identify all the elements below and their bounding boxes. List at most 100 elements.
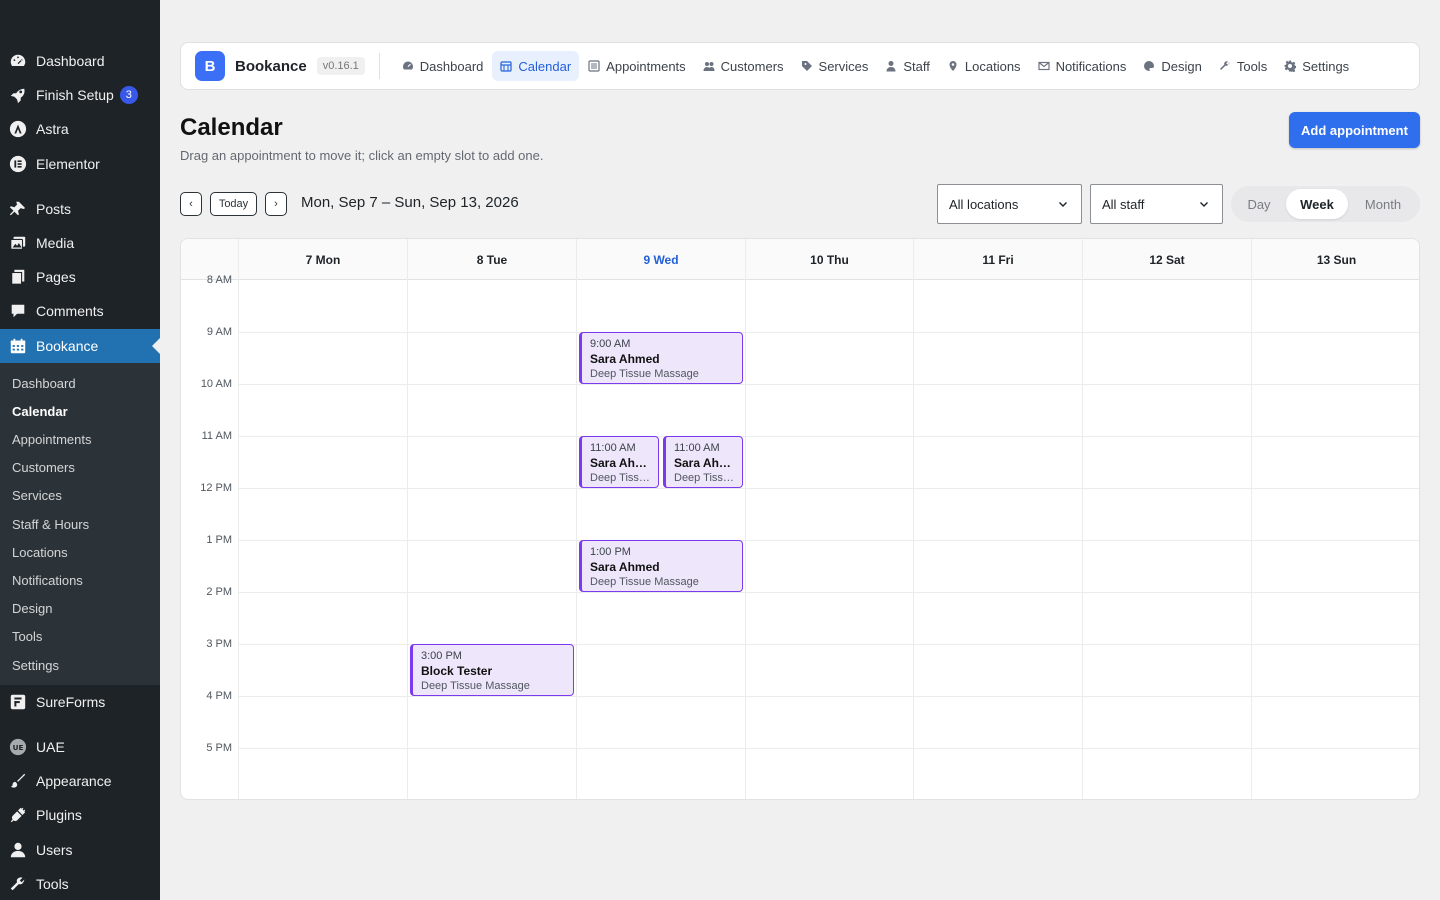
appointment-card[interactable]: 11:00 AM Sara Ahmed Deep Tissue Massage (579, 436, 659, 488)
submenu-item-settings[interactable]: Settings (12, 658, 59, 673)
bookance-top-nav: B Bookance v0.16.1 Dashboard Calendar Ap… (180, 42, 1420, 90)
appointment-time: 3:00 PM (421, 650, 462, 662)
submenu-item-notifications[interactable]: Notifications (12, 573, 83, 588)
submenu-item-appointments[interactable]: Appointments (12, 432, 92, 447)
sidebar-item-label: Pages (36, 269, 76, 285)
elementor-icon (0, 155, 36, 173)
nav-label: Customers (720, 58, 784, 74)
sidebar-item-posts[interactable]: Posts (0, 192, 160, 226)
prev-week-button[interactable]: ‹ (180, 192, 202, 216)
sidebar-item-sureforms[interactable]: SureForms (0, 685, 160, 719)
hour-line (238, 540, 1419, 541)
nav-staff[interactable]: Staff (877, 51, 938, 81)
pages-icon (0, 268, 36, 286)
next-week-button[interactable]: › (265, 192, 287, 216)
appointment-card[interactable]: 3:00 PM Block Tester Deep Tissue Massage (410, 644, 574, 696)
nav-dashboard[interactable]: Dashboard (394, 51, 492, 81)
page-title: Calendar (180, 114, 283, 141)
sidebar-item-label: Bookance (36, 338, 99, 354)
hour-line (238, 332, 1419, 333)
sidebar-item-elementor[interactable]: Elementor (0, 147, 160, 181)
sidebar-item-media[interactable]: Media (0, 226, 160, 260)
staff-select-value: All staff (1102, 196, 1145, 212)
sidebar-item-label: Appearance (36, 773, 112, 789)
appointment-card[interactable]: 11:00 AM Sara Ahmed Deep Tissue Massage (663, 436, 743, 488)
view-week-button[interactable]: Week (1286, 189, 1348, 219)
nav-settings[interactable]: Settings (1276, 51, 1357, 81)
nav-label: Notifications (1055, 58, 1127, 74)
week-calendar: 7 Mon 8 Tue 9 Wed 10 Thu 11 Fri 12 Sat 1… (180, 238, 1420, 800)
wrench-icon (0, 875, 36, 893)
hour-line (238, 592, 1419, 593)
nav-label: Staff (903, 58, 930, 74)
appointment-card[interactable]: 9:00 AM Sara Ahmed Deep Tissue Massage (579, 332, 743, 384)
nav-locations[interactable]: Locations (939, 51, 1029, 81)
view-day-button[interactable]: Day (1235, 189, 1283, 219)
nav-appointments[interactable]: Appointments (580, 51, 694, 81)
sidebar-item-astra[interactable]: Astra (0, 112, 160, 146)
day-header-sat: 12 Sat (1082, 239, 1251, 280)
appointment-customer: Block Tester (421, 664, 493, 678)
appointment-time: 11:00 AM (590, 442, 636, 454)
hour-line (238, 748, 1419, 749)
sidebar-item-pages[interactable]: Pages (0, 260, 160, 294)
svg-text:UE: UE (13, 743, 24, 752)
nav-label: Calendar (518, 58, 572, 74)
sidebar-item-plugins[interactable]: Plugins (0, 798, 160, 832)
submenu-item-services[interactable]: Services (12, 488, 62, 503)
palette-icon (1143, 60, 1155, 72)
sidebar-item-tools[interactable]: Tools (0, 867, 160, 900)
location-select-value: All locations (949, 196, 1019, 212)
submenu-item-dashboard[interactable]: Dashboard (12, 376, 76, 391)
submenu-item-design[interactable]: Design (12, 601, 52, 616)
day-header-tue: 8 Tue (407, 239, 576, 280)
submenu-item-locations[interactable]: Locations (12, 545, 68, 560)
nav-services[interactable]: Services (793, 51, 877, 81)
person-icon (885, 60, 897, 72)
day-header-wed: 9 Wed (576, 239, 745, 280)
appointment-time: 11:00 AM (674, 442, 720, 454)
sidebar-item-users[interactable]: Users (0, 833, 160, 867)
staff-select[interactable]: All staff (1090, 184, 1223, 224)
sidebar-item-label: UAE (36, 739, 65, 755)
nav-tools[interactable]: Tools (1211, 51, 1275, 81)
submenu-item-calendar[interactable]: Calendar (12, 404, 68, 419)
hour-label: 12 PM (200, 482, 232, 494)
hour-line (238, 384, 1419, 385)
nav-label: Appointments (606, 58, 686, 74)
submenu-item-tools[interactable]: Tools (12, 629, 42, 644)
chevron-down-icon (1057, 198, 1069, 213)
bookance-submenu: Dashboard Calendar Appointments Customer… (0, 363, 160, 685)
appointment-customer: Sara Ahmed (590, 352, 660, 366)
sidebar-item-label: Users (36, 842, 73, 858)
sidebar-item-finish-setup[interactable]: Finish Setup 3 (0, 78, 160, 112)
nav-calendar[interactable]: Calendar (492, 51, 580, 81)
sidebar-item-comments[interactable]: Comments (0, 294, 160, 328)
submenu-item-customers[interactable]: Customers (12, 460, 75, 475)
nav-design[interactable]: Design (1135, 51, 1209, 81)
today-button[interactable]: Today (210, 192, 257, 216)
appointment-service: Deep Tissue Massage (590, 576, 699, 588)
submenu-item-staff-hours[interactable]: Staff & Hours (12, 517, 89, 532)
nav-customers[interactable]: Customers (695, 51, 792, 81)
list-icon (588, 60, 600, 72)
sidebar-item-dashboard[interactable]: Dashboard (0, 44, 160, 78)
appointment-customer: Sara Ahmed (674, 456, 734, 470)
appointment-time: 9:00 AM (590, 338, 631, 350)
appointment-customer: Sara Ahmed (590, 560, 660, 574)
sidebar-item-uae[interactable]: UE UAE (0, 730, 160, 764)
appointment-time: 1:00 PM (590, 546, 631, 558)
hour-label: 3 PM (206, 638, 232, 650)
appointment-card[interactable]: 1:00 PM Sara Ahmed Deep Tissue Massage (579, 540, 743, 592)
nav-notifications[interactable]: Notifications (1030, 51, 1135, 81)
sidebar-item-bookance[interactable]: Bookance (0, 329, 160, 363)
version-badge: v0.16.1 (316, 57, 365, 75)
calendar-header: 7 Mon 8 Tue 9 Wed 10 Thu 11 Fri 12 Sat 1… (181, 239, 1419, 280)
uae-icon: UE (0, 738, 36, 756)
notification-badge: 3 (119, 86, 138, 104)
view-month-button[interactable]: Month (1351, 189, 1415, 219)
hour-label: 8 AM (206, 274, 232, 286)
add-appointment-button[interactable]: Add appointment (1289, 112, 1420, 148)
sidebar-item-appearance[interactable]: Appearance (0, 764, 160, 798)
location-select[interactable]: All locations (937, 184, 1082, 224)
